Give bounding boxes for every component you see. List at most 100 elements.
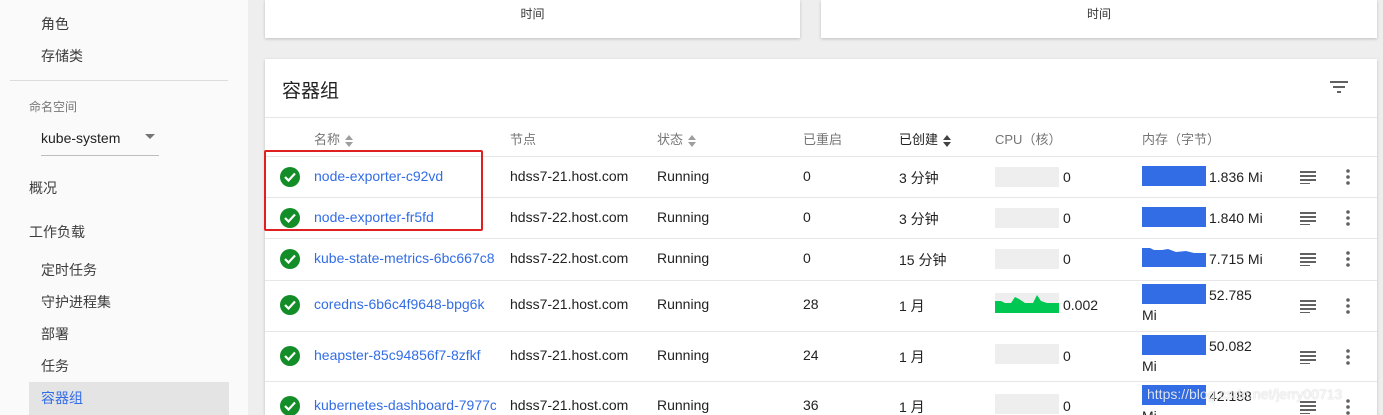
pod-cpu: 0 bbox=[1063, 169, 1071, 185]
more-vert-icon[interactable] bbox=[1346, 251, 1350, 267]
pod-status: Running bbox=[657, 296, 710, 312]
memory-chart-card: 时间 bbox=[821, 0, 1377, 38]
caret-down-icon bbox=[145, 134, 155, 139]
filter-icon[interactable] bbox=[1329, 79, 1349, 95]
cpu-sparkline bbox=[995, 293, 1059, 313]
logs-icon[interactable] bbox=[1300, 211, 1316, 225]
sort-icon bbox=[345, 134, 354, 147]
pod-created: 1 月 bbox=[899, 399, 925, 415]
memory-sparkline bbox=[1142, 335, 1206, 355]
time-axis-label: 时间 bbox=[1086, 7, 1111, 21]
pod-memory-unit: Mi bbox=[1142, 408, 1157, 415]
logs-icon[interactable] bbox=[1300, 252, 1316, 266]
table-row: heapster-85c94856f7-8zfkf hdss7-21.host.… bbox=[265, 332, 1377, 382]
pod-node: hdss7-22.host.com bbox=[510, 250, 629, 266]
pod-name-link[interactable]: coredns-6b6c4f9648-bpg6k bbox=[314, 296, 490, 312]
pod-cpu: 0.002 bbox=[1063, 297, 1099, 313]
pod-created: 1 月 bbox=[899, 349, 925, 365]
pod-memory: 52.785 bbox=[1209, 287, 1252, 303]
check-circle-icon bbox=[280, 346, 300, 366]
sidebar-item-jobs[interactable]: 任务 bbox=[41, 356, 69, 376]
sort-icon bbox=[943, 134, 952, 147]
pod-name-link[interactable]: kube-state-metrics-6bc667c8 bbox=[314, 250, 496, 266]
pod-cpu: 0 bbox=[1063, 348, 1071, 364]
more-vert-icon[interactable] bbox=[1346, 399, 1350, 415]
column-name-label: 名称 bbox=[314, 132, 341, 147]
pod-created: 3 分钟 bbox=[899, 211, 939, 227]
pod-node: hdss7-22.host.com bbox=[510, 209, 629, 225]
cpu-sparkline bbox=[995, 208, 1059, 228]
sidebar-item-storage-classes[interactable]: 存储类 bbox=[41, 46, 83, 66]
pod-memory: 7.715 Mi bbox=[1209, 251, 1263, 267]
highlight-box bbox=[264, 150, 483, 231]
pod-status: Running bbox=[657, 250, 710, 266]
table-row: kube-state-metrics-6bc667c8 hdss7-22.hos… bbox=[265, 239, 1377, 281]
pod-restarts: 36 bbox=[803, 397, 819, 413]
pod-restarts: 24 bbox=[803, 347, 819, 363]
logs-icon[interactable] bbox=[1300, 350, 1316, 364]
sidebar-item-workloads[interactable]: 工作负载 bbox=[29, 222, 85, 242]
memory-sparkline bbox=[1142, 207, 1206, 227]
pod-node: hdss7-21.host.com bbox=[510, 296, 629, 312]
sidebar-item-daemon-sets[interactable]: 守护进程集 bbox=[41, 292, 111, 312]
pod-cpu: 0 bbox=[1063, 398, 1071, 414]
column-name[interactable]: 名称 bbox=[314, 129, 354, 148]
column-node: 节点 bbox=[510, 132, 537, 147]
pod-cpu: 0 bbox=[1063, 210, 1071, 226]
sort-icon bbox=[688, 134, 697, 147]
more-vert-icon[interactable] bbox=[1346, 169, 1350, 185]
cpu-sparkline bbox=[995, 167, 1059, 187]
column-created-label: 已创建 bbox=[899, 132, 939, 147]
pods-card: 容器组 名称 节点 状态 已重启 已创建 CPU（核） 内存（字节） node-… bbox=[265, 59, 1377, 415]
pod-memory-unit: Mi bbox=[1142, 358, 1157, 374]
check-circle-icon bbox=[280, 396, 300, 415]
more-vert-icon[interactable] bbox=[1346, 298, 1350, 314]
column-status[interactable]: 状态 bbox=[657, 129, 697, 148]
memory-sparkline bbox=[1142, 166, 1206, 186]
sidebar: 角色 存储类 命名空间 kube-system 概况 工作负载 定时任务 守护进… bbox=[0, 0, 248, 415]
pod-cpu: 0 bbox=[1063, 251, 1071, 267]
pod-created: 15 分钟 bbox=[899, 252, 947, 268]
table-row: coredns-6b6c4f9648-bpg6k hdss7-21.host.c… bbox=[265, 281, 1377, 332]
pod-status: Running bbox=[657, 209, 710, 225]
pod-status: Running bbox=[657, 397, 710, 413]
cpu-sparkline bbox=[995, 344, 1059, 364]
pod-restarts: 28 bbox=[803, 296, 819, 312]
namespace-label: 命名空间 bbox=[29, 100, 78, 114]
more-vert-icon[interactable] bbox=[1346, 210, 1350, 226]
logs-icon[interactable] bbox=[1300, 170, 1316, 184]
column-cpu: CPU（核） bbox=[995, 132, 1062, 147]
pod-restarts: 0 bbox=[803, 168, 811, 184]
logs-icon[interactable] bbox=[1300, 400, 1316, 414]
pod-name-link[interactable]: heapster-85c94856f7-8zfkf bbox=[314, 347, 490, 363]
sidebar-item-cron-jobs[interactable]: 定时任务 bbox=[41, 260, 97, 280]
sidebar-item-overview[interactable]: 概况 bbox=[29, 178, 57, 198]
column-restarts: 已重启 bbox=[803, 132, 843, 147]
column-created[interactable]: 已创建 bbox=[899, 129, 952, 148]
pod-restarts: 0 bbox=[803, 209, 811, 225]
pod-status: Running bbox=[657, 168, 710, 184]
more-vert-icon[interactable] bbox=[1346, 349, 1350, 365]
pod-node: hdss7-21.host.com bbox=[510, 347, 629, 363]
cpu-sparkline bbox=[995, 249, 1059, 269]
cpu-sparkline bbox=[995, 394, 1059, 414]
pod-restarts: 0 bbox=[803, 250, 811, 266]
check-circle-icon bbox=[280, 249, 300, 269]
sidebar-item-pods-label: 容器组 bbox=[41, 390, 83, 406]
pod-memory: 50.082 bbox=[1209, 338, 1252, 354]
pod-name-link[interactable]: kubernetes-dashboard-7977c bbox=[314, 397, 496, 413]
sidebar-item-deployments[interactable]: 部署 bbox=[41, 324, 69, 344]
pod-memory-unit: Mi bbox=[1142, 307, 1157, 323]
namespace-select[interactable]: kube-system bbox=[41, 122, 159, 156]
pod-memory: 1.836 Mi bbox=[1209, 169, 1263, 185]
sidebar-item-pods[interactable]: 容器组 bbox=[29, 382, 229, 415]
memory-sparkline bbox=[1142, 284, 1206, 304]
watermark: https://blog.csdn.net/jerry00713 bbox=[1147, 386, 1343, 402]
pod-node: hdss7-21.host.com bbox=[510, 397, 629, 413]
pods-title: 容器组 bbox=[282, 81, 340, 102]
pod-node: hdss7-21.host.com bbox=[510, 168, 629, 184]
sidebar-item-roles[interactable]: 角色 bbox=[41, 14, 69, 34]
sidebar-divider bbox=[10, 80, 228, 81]
pod-status: Running bbox=[657, 347, 710, 363]
logs-icon[interactable] bbox=[1300, 299, 1316, 313]
